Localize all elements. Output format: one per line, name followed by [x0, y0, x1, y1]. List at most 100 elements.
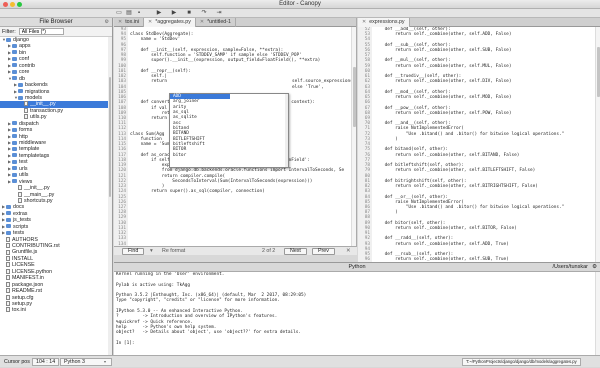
file-icon	[18, 185, 22, 191]
folder-icon	[6, 211, 11, 216]
find-prev-button[interactable]: Prev	[312, 248, 335, 255]
find-button[interactable]: Find	[122, 248, 145, 255]
close-find-icon[interactable]: ✕	[346, 247, 350, 256]
file-tree-label: utils	[19, 172, 29, 179]
close-tab-icon[interactable]: ✕	[362, 18, 366, 27]
console-gear-icon[interactable]: ⚙	[592, 263, 597, 272]
file-browser-title: File Browser	[39, 19, 73, 25]
right-editor-pane: ✕ expressions.py 52 53 54 55 56 57 58 59 60 61 62 63…	[358, 18, 600, 262]
file-tree-label: forms	[19, 127, 33, 134]
tab-label: *aggregates.py	[155, 19, 191, 25]
autocomplete-scrollbar[interactable]	[285, 94, 288, 167]
right-editor-scrollbar[interactable]	[595, 27, 600, 262]
file-tree-label: Gruntfile.js	[12, 249, 38, 256]
folder-icon	[6, 230, 11, 235]
editor-tab[interactable]: ✕ *aggregates.py	[144, 18, 196, 27]
console-scrollbar[interactable]	[595, 272, 600, 355]
file-tree-label: views	[19, 178, 33, 185]
file-tree: ▼ django ▶ apps ▶ bin ▶ conf ▶ contrib ▶ core ▼ db ▶ ba…	[0, 37, 112, 314]
close-tab-icon[interactable]: ✕	[118, 18, 122, 27]
file-icon	[24, 114, 28, 120]
file-tree-label: LICENSE	[12, 262, 35, 269]
folder-icon	[12, 153, 17, 158]
file-icon	[6, 268, 10, 274]
close-tab-icon[interactable]: ✕	[200, 18, 204, 27]
debug-icon[interactable]: ▶	[170, 10, 178, 17]
step-icon[interactable]: ↷	[200, 10, 208, 17]
folder-icon	[12, 56, 17, 61]
python-console-output[interactable]: Kernel running in the 'User' environment…	[114, 272, 595, 355]
python-console-panel: Python /Users/tunskar ⚙ Kernel running i…	[114, 262, 600, 355]
right-editor-tabbar: ✕ expressions.py	[358, 18, 600, 27]
close-tab-icon[interactable]: ✕	[148, 18, 152, 27]
file-icon	[6, 288, 10, 294]
file-tree-label: apps	[19, 43, 31, 50]
language-dropdown-icon[interactable]: ▾	[104, 356, 106, 368]
right-code-text[interactable]: def __add__(self, other): return self._c…	[374, 27, 595, 262]
file-icon	[6, 294, 10, 300]
save-icon[interactable]: ▪	[135, 10, 143, 17]
file-tree-label: INSTALL	[12, 255, 34, 262]
file-tree-label: __init__.py	[24, 185, 50, 192]
folder-icon	[12, 140, 17, 145]
tab-label: *untitled-1	[207, 19, 231, 25]
file-tree-label: urls	[19, 165, 28, 172]
cursor-pos-value: 104 : 14	[32, 358, 60, 366]
file-tree-label: docs	[13, 204, 25, 211]
folder-icon	[12, 127, 17, 132]
console-line: In [1]:	[116, 340, 138, 346]
file-tree-item[interactable]: tox.ini	[0, 307, 112, 313]
file-tree-label: templatetags	[19, 152, 50, 159]
file-tree-label: shortcuts.py	[24, 197, 53, 204]
find-dropdown-icon[interactable]: ▾	[150, 247, 153, 256]
tab-label: tox.ini	[125, 19, 140, 25]
continue-icon[interactable]: ⇥	[215, 10, 223, 17]
left-editor-scrollbar[interactable]	[351, 27, 356, 246]
file-icon	[6, 301, 10, 307]
file-tree-label: bin	[19, 49, 27, 56]
file-icon	[24, 107, 28, 113]
run-icon[interactable]: ▶	[155, 10, 163, 17]
regex-format-toggle[interactable]: Re format	[162, 247, 185, 256]
filter-select[interactable]: All Files (*)	[18, 28, 64, 35]
folder-icon	[12, 50, 17, 55]
stop-icon[interactable]: ■	[185, 10, 193, 17]
file-tree-label: js_tests	[13, 217, 31, 224]
file-icon	[18, 198, 22, 204]
autocomplete-popup: ADD arg_joiner arity as_sql as_sqlite asc bita…	[169, 93, 289, 168]
file-icon	[6, 236, 10, 242]
file-icon	[6, 275, 10, 281]
file-tree-label: utils.py	[30, 114, 47, 121]
file-tree-label: setup.py	[12, 300, 33, 307]
window-titlebar: Editor - Canopy	[0, 0, 600, 9]
cursor-pos-label: Cursor pos	[4, 359, 30, 365]
folder-icon	[12, 172, 17, 177]
file-browser-panel: File Browser ⚙ Filter: All Files (*) ▼ dj…	[0, 18, 113, 355]
file-tree-label: core	[19, 69, 30, 76]
python-console-title: Python	[348, 264, 366, 270]
find-next-button[interactable]: Next	[284, 248, 307, 255]
file-tree-label: conf	[19, 56, 30, 63]
folder-icon	[12, 121, 17, 126]
file-browser-scrollbar[interactable]	[108, 37, 112, 355]
editor-tab[interactable]: ✕ *untitled-1	[196, 18, 236, 27]
folder-icon	[6, 224, 11, 229]
file-tree-label: backends	[25, 82, 48, 89]
editor-tab[interactable]: ✕ tox.ini	[114, 18, 145, 27]
file-tree-label: django	[13, 37, 29, 43]
tab-label: expressions.py	[369, 19, 405, 25]
new-file-icon[interactable]: ▭	[115, 10, 123, 17]
folder-icon	[12, 159, 17, 164]
folder-icon	[12, 69, 17, 74]
open-folder-icon[interactable]: ▤	[125, 10, 133, 17]
autocomplete-item[interactable]: bitor	[170, 153, 230, 158]
file-icon	[6, 262, 10, 268]
editor-tab[interactable]: ✕ expressions.py	[358, 18, 410, 27]
panel-menu-icon[interactable]: ⚙	[105, 18, 109, 27]
folder-icon	[12, 147, 17, 152]
folder-icon	[12, 63, 17, 68]
file-tree-label: middleware	[19, 140, 47, 146]
toolbar: ▭ ▤ ▪ ▶ ▶ ■ ↷ ⇥	[0, 9, 600, 18]
folder-icon	[12, 166, 17, 171]
file-icon	[6, 243, 10, 249]
